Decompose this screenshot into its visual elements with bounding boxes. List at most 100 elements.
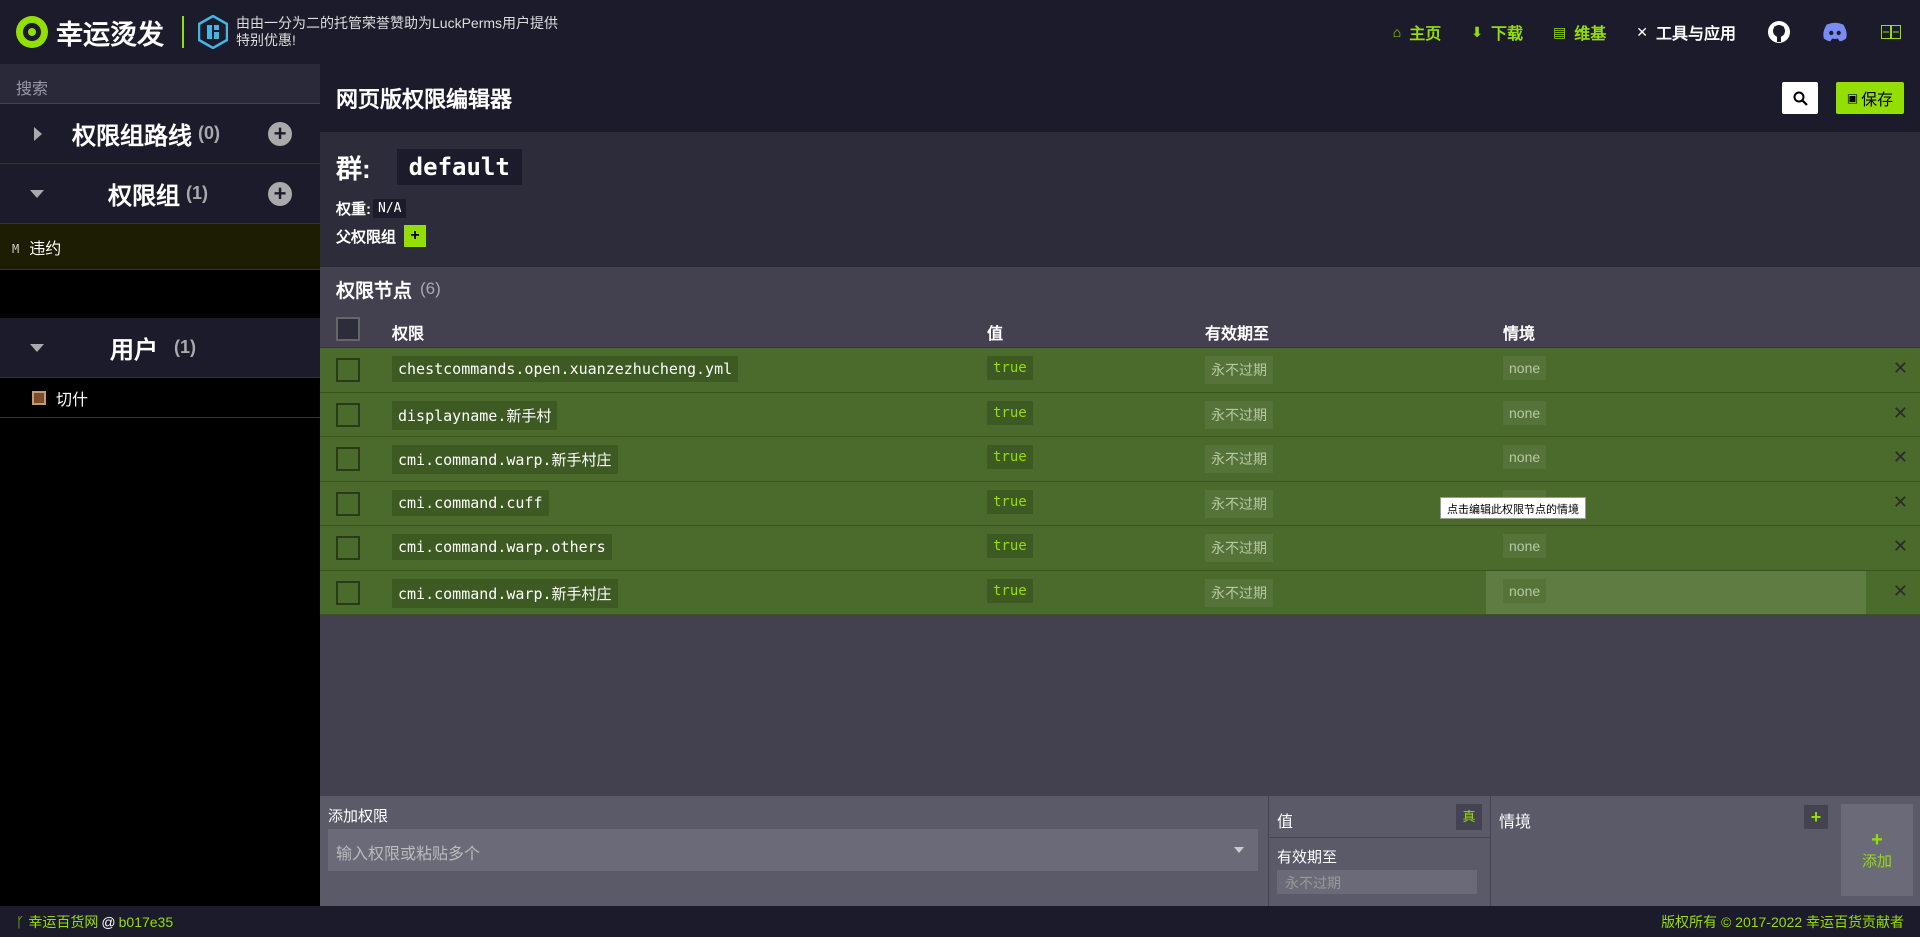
add-group-icon[interactable]: +: [268, 181, 292, 206]
row-checkbox[interactable]: [336, 491, 360, 516]
nav-tools[interactable]: ✕ 工具与应用: [1636, 20, 1736, 44]
value-toggle[interactable]: 真: [1456, 804, 1482, 830]
sponsor-logo-icon: [198, 15, 228, 49]
nav-home-label: 主页: [1409, 26, 1442, 43]
site-logo[interactable]: 幸运烫发: [16, 0, 164, 64]
table-row: displayname.新手村 true 永不过期 none ✕: [320, 392, 1920, 437]
row-checkbox[interactable]: [336, 536, 360, 560]
table-row: cmi.command.cuff true 永不过期 none ✕: [320, 481, 1920, 526]
tracks-count: (0): [198, 123, 220, 143]
expiry-cell[interactable]: 永不过期: [1205, 489, 1273, 518]
save-button[interactable]: ▣ 保存: [1836, 82, 1904, 114]
add-permission-section: 添加权限 输入权限或粘贴多个: [320, 796, 1268, 906]
floppy-disk-icon: ▣: [1846, 91, 1859, 105]
permission-cell[interactable]: chestcommands.open.xuanzezhucheng.yml: [392, 356, 739, 382]
expiry-cell[interactable]: 永不过期: [1205, 356, 1273, 384]
footer: ᚴ 幸运百货网 @ b017e35 版权所有 © 2017-2022 幸运百货贡…: [0, 906, 1920, 937]
table-row: cmi.command.warp.others true 永不过期 none ✕: [320, 526, 1920, 571]
permission-cell[interactable]: cmi.command.warp.新手村庄: [392, 578, 618, 608]
column-context[interactable]: 情境: [1503, 320, 1535, 344]
nav-download[interactable]: ⬇ 下载: [1471, 20, 1523, 44]
context-cell[interactable]: none: [1503, 445, 1547, 469]
translate-icon[interactable]: [1878, 19, 1904, 45]
nav-wiki[interactable]: ▤ 维基: [1553, 20, 1606, 44]
tracks-section-header[interactable]: 权限组路线 (0) +: [0, 104, 320, 164]
permission-input[interactable]: 输入权限或粘贴多个: [328, 829, 1258, 871]
add-button-label: 添加: [1861, 852, 1892, 870]
row-checkbox[interactable]: [336, 580, 360, 605]
group-name-display[interactable]: default: [396, 149, 522, 185]
expiry-cell[interactable]: 永不过期: [1205, 445, 1273, 473]
sidebar-user-item[interactable]: 切什: [0, 378, 320, 418]
group-label: 群:: [336, 153, 371, 184]
context-cell[interactable]: none: [1503, 578, 1547, 603]
user-name: 切什: [56, 391, 89, 409]
discord-icon[interactable]: [1822, 19, 1848, 45]
select-all-checkbox[interactable]: [336, 317, 360, 341]
add-button[interactable]: + 添加: [1841, 804, 1913, 896]
value-cell[interactable]: true: [987, 445, 1033, 469]
search-button[interactable]: [1782, 82, 1818, 114]
weight-value[interactable]: N/A: [373, 199, 407, 218]
value-cell[interactable]: true: [987, 400, 1033, 425]
context-cell[interactable]: none: [1503, 400, 1547, 425]
expiry-cell[interactable]: 永不过期: [1205, 400, 1273, 429]
expiry-cell[interactable]: 永不过期: [1205, 534, 1273, 562]
weight-label: 权重:: [336, 201, 371, 218]
value-cell[interactable]: true: [987, 489, 1033, 514]
value-cell[interactable]: true: [987, 578, 1033, 603]
footer-site-link[interactable]: 幸运百货网: [28, 912, 98, 932]
groups-section-header[interactable]: 权限组 (1) +: [0, 164, 320, 224]
logo-text: 幸运烫发: [56, 19, 164, 50]
github-icon[interactable]: [1766, 19, 1792, 45]
nodes-count: (6): [420, 279, 441, 298]
column-expiry[interactable]: 有效期至: [1205, 320, 1269, 344]
footer-commit-link[interactable]: b017e35: [119, 914, 174, 930]
users-count: (1): [174, 337, 196, 357]
value-label: 值: [1277, 814, 1294, 831]
parent-groups-row: 父权限组 +: [336, 225, 1904, 247]
footer-copyright[interactable]: 版权所有 © 2017-2022 幸运百货贡献者: [1661, 912, 1904, 932]
sidebar-group-item[interactable]: M 违约: [0, 224, 320, 270]
sponsor-banner[interactable]: 由由一分为二的托管荣誉赞助为LuckPerms用户提供特别优惠!: [198, 15, 566, 49]
sidebar-search-input[interactable]: 搜索: [0, 64, 320, 104]
row-checkbox[interactable]: [336, 447, 360, 471]
users-section-header[interactable]: 用户 (1): [0, 318, 320, 378]
permission-cell[interactable]: displayname.新手村: [392, 400, 558, 430]
value-cell[interactable]: true: [987, 534, 1033, 558]
expiry-cell[interactable]: 永不过期: [1205, 578, 1273, 607]
context-cell[interactable]: none: [1503, 534, 1547, 558]
column-value[interactable]: 值: [987, 320, 1003, 344]
add-context-button[interactable]: +: [1804, 805, 1828, 829]
caret-down-icon: [30, 343, 44, 352]
delete-row-icon[interactable]: ✕: [1893, 447, 1908, 468]
add-permission-bar: 添加权限 输入权限或粘贴多个 值 真 有效期至 永不过期 情境 + + 添加: [320, 796, 1920, 906]
nav-tools-label: 工具与应用: [1655, 26, 1736, 43]
nodes-title: 权限节点: [336, 280, 413, 302]
caret-right-icon: [34, 126, 42, 141]
table-row: cmi.command.warp.新手村庄 true 永不过期 none ✕: [320, 437, 1920, 482]
value-cell[interactable]: true: [987, 356, 1033, 380]
permission-input-placeholder: 输入权限或粘贴多个: [336, 846, 481, 863]
expiry-input[interactable]: 永不过期: [1277, 870, 1477, 894]
row-checkbox[interactable]: [336, 402, 360, 427]
add-track-icon[interactable]: +: [268, 121, 292, 146]
permission-cell[interactable]: cmi.command.warp.新手村庄: [392, 445, 618, 474]
delete-row-icon[interactable]: ✕: [1893, 536, 1908, 557]
nodes-header: 权限节点 (6): [320, 267, 1920, 311]
delete-row-icon[interactable]: ✕: [1893, 358, 1908, 379]
delete-row-icon[interactable]: ✕: [1893, 492, 1908, 513]
permission-cell[interactable]: cmi.command.cuff: [392, 489, 549, 516]
nav-download-label: 下载: [1490, 26, 1523, 43]
delete-row-icon[interactable]: ✕: [1893, 403, 1908, 424]
permission-cell[interactable]: cmi.command.warp.others: [392, 534, 612, 560]
add-parent-button[interactable]: +: [404, 225, 427, 247]
nav-home[interactable]: ⌂ 主页: [1393, 20, 1441, 44]
column-permission[interactable]: 权限: [392, 320, 424, 344]
row-checkbox[interactable]: [336, 358, 360, 382]
delete-row-icon[interactable]: ✕: [1893, 581, 1908, 602]
context-cell[interactable]: none: [1503, 356, 1547, 380]
add-value-section: 值 真 有效期至 永不过期: [1268, 796, 1490, 906]
chevron-down-icon[interactable]: [1234, 847, 1244, 853]
